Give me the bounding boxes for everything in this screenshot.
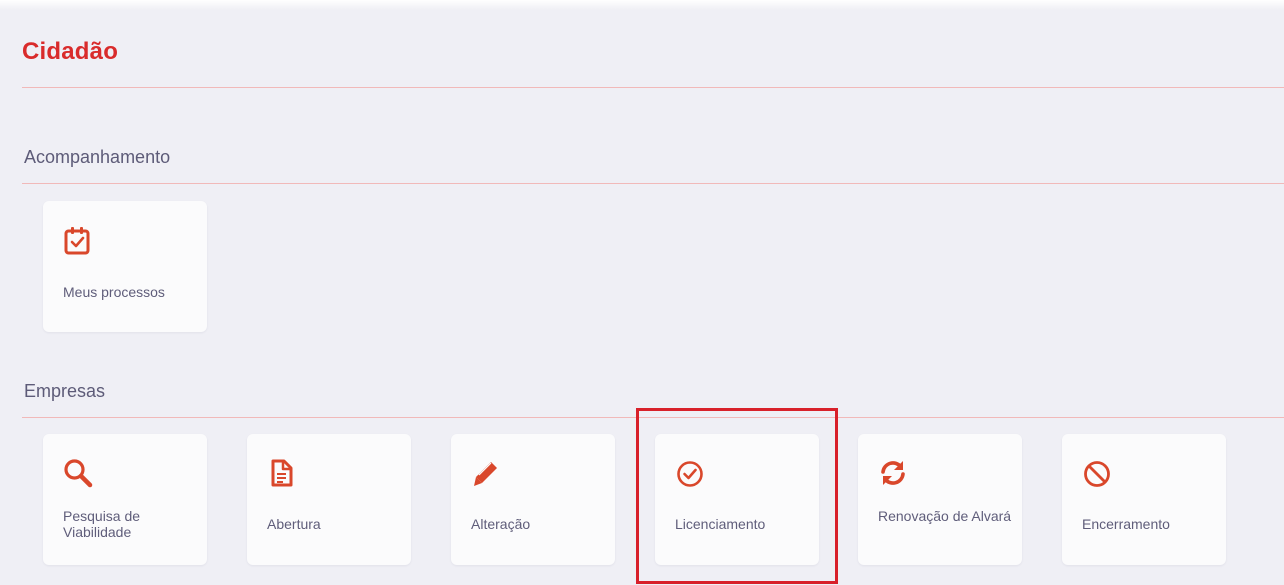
card-meus-processos[interactable]: Meus processos [43,201,207,332]
refresh-icon [881,461,905,485]
search-icon [64,459,93,488]
card-label: Encerramento [1082,516,1170,532]
card-label: Abertura [267,516,321,532]
document-icon [271,459,293,487]
clipboard-check-icon [64,227,90,255]
ban-icon [1084,461,1110,487]
card-label: Alteração [471,516,531,532]
card-abertura[interactable]: Abertura [247,434,411,565]
card-label: Meus processos [63,284,165,300]
card-alteracao[interactable]: Alteração [451,434,615,565]
card-pesquisa-de-viabilidade[interactable]: Pesquisa de Viabilidade [43,434,207,565]
top-shadow [0,0,1284,10]
section-title-acompanhamento: Acompanhamento [24,147,171,167]
page-title: Cidadão [22,38,119,65]
title-divider [22,87,1284,88]
card-label: Pesquisa de Viabilidade [63,508,141,540]
section-title-empresas: Empresas [24,381,106,401]
section-divider [22,183,1284,184]
card-encerramento[interactable]: Encerramento [1062,434,1226,565]
pencil-icon [474,462,497,486]
card-renovacao-de-alvara[interactable]: Renovação de Alvará [858,434,1022,565]
card-label: Renovação de Alvará [878,508,1012,524]
highlight-box [636,408,838,584]
